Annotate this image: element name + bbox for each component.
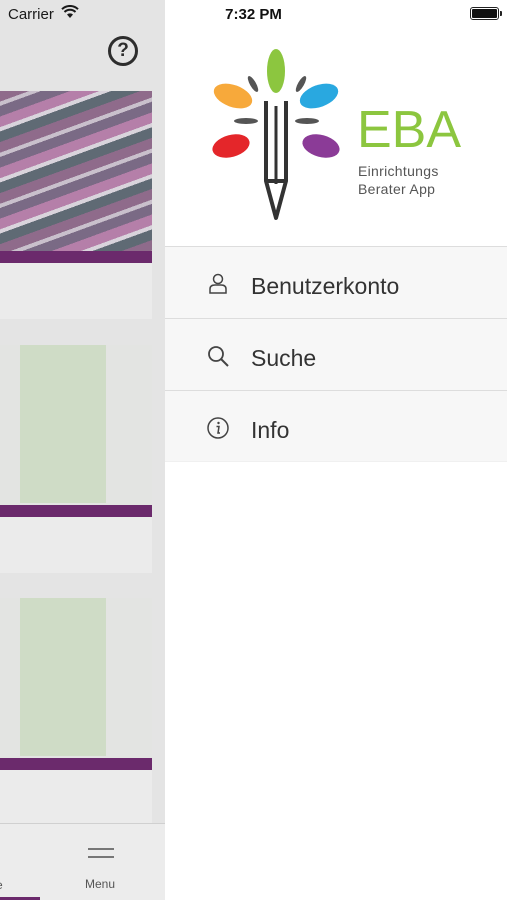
clock: 7:32 PM	[225, 6, 282, 23]
logo-subtitle-line1: Einrichtungs	[358, 163, 439, 179]
menu-item-label: Benutzerkonto	[251, 273, 400, 299]
card-image	[0, 345, 152, 505]
menu-item-benutzerkonto[interactable]: Benutzerkonto	[165, 246, 507, 318]
status-bar: Carrier 7:32 PM	[0, 0, 507, 28]
user-icon	[209, 273, 227, 294]
tab-home-label[interactable]: e	[0, 878, 3, 892]
tab-menu-label[interactable]: Menu	[85, 877, 115, 891]
content-card[interactable]	[0, 91, 152, 319]
info-icon	[207, 417, 229, 439]
tab-bar: e Menu	[0, 823, 165, 900]
eba-logo-icon	[212, 49, 340, 220]
logo-subtitle: Einrichtungs Berater App	[358, 162, 439, 198]
card-image	[0, 91, 152, 251]
menu-item-label: Info	[251, 417, 290, 443]
logo-title: EBA	[357, 101, 462, 159]
battery-icon	[470, 7, 502, 20]
card-accent-bar	[0, 505, 152, 517]
drawer-menu: Benutzerkonto Suche Info	[165, 246, 507, 462]
logo-header: EBA Einrichtungs Berater App	[165, 28, 507, 246]
content-card[interactable]	[0, 598, 152, 826]
content-card[interactable]	[0, 345, 152, 573]
side-drawer: EBA Einrichtungs Berater App Benutzerkon…	[165, 0, 507, 900]
menu-icon[interactable]	[88, 848, 114, 860]
menu-item-info[interactable]: Info	[165, 390, 507, 462]
card-accent-bar	[0, 758, 152, 770]
search-icon	[208, 346, 229, 367]
menu-item-suche[interactable]: Suche	[165, 318, 507, 390]
card-image	[0, 598, 152, 758]
help-icon[interactable]: ?	[108, 36, 138, 66]
card-accent-bar	[0, 251, 152, 263]
menu-item-label: Suche	[251, 345, 317, 371]
logo-subtitle-line2: Berater App	[358, 181, 436, 197]
background-page[interactable]: ? e Menu	[0, 0, 165, 900]
